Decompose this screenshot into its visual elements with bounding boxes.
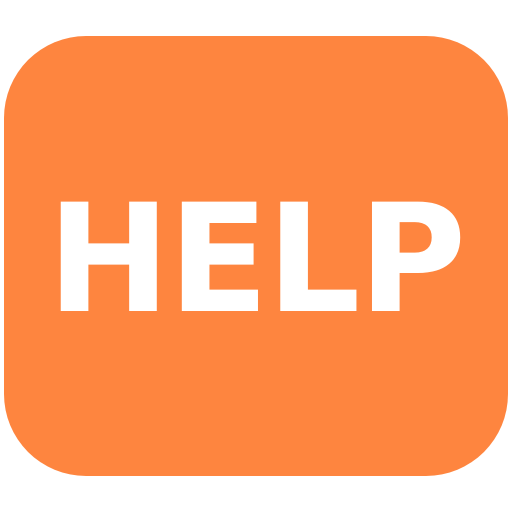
help-label: HELP (47, 173, 466, 347)
help-button[interactable]: HELP (4, 36, 508, 476)
